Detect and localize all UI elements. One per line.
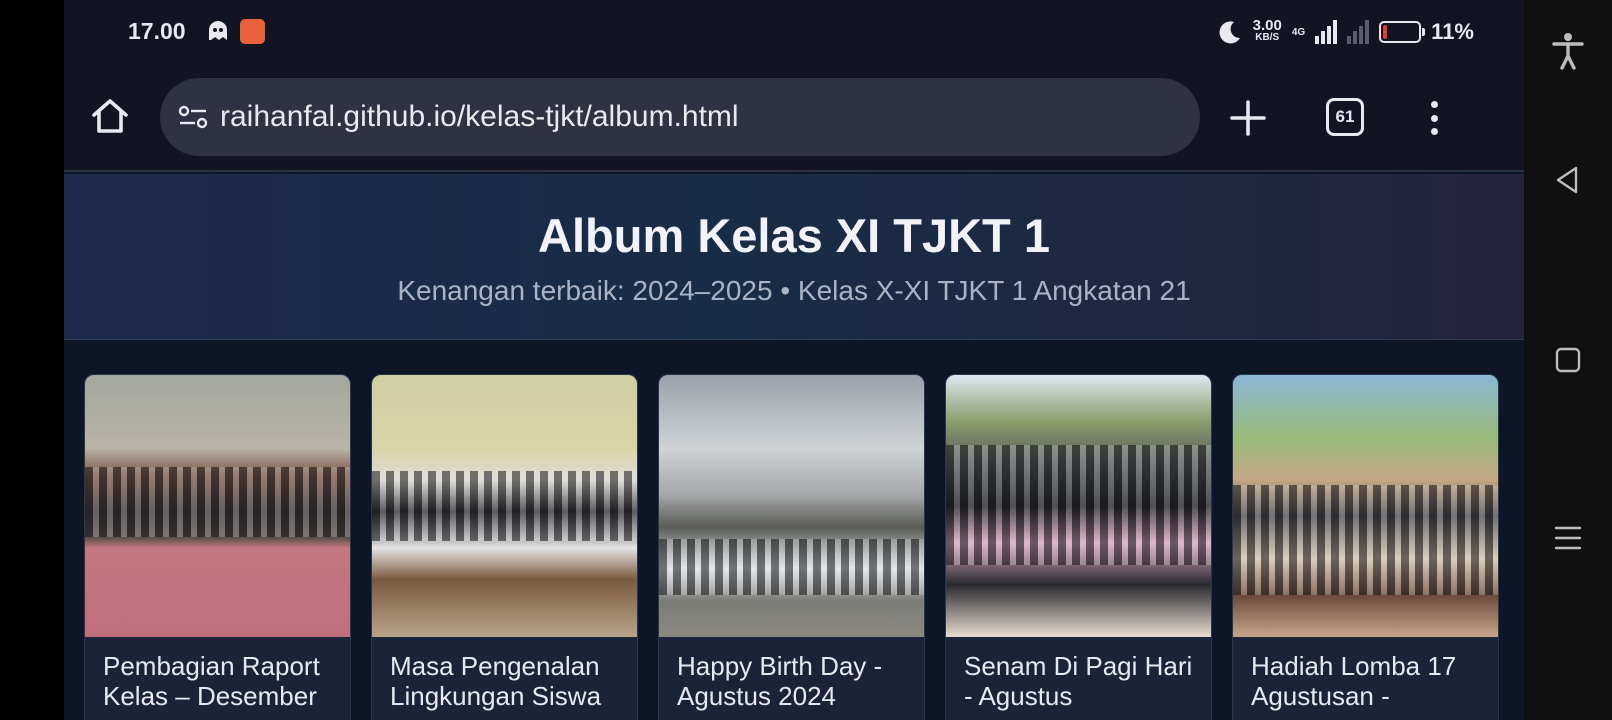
album-card[interactable]: Senam Di Pagi Hari - Agustus	[945, 374, 1212, 720]
album-title: Pembagian Raport Kelas – Desember	[103, 651, 320, 711]
url-input[interactable]	[220, 100, 1160, 134]
album-photo	[946, 375, 1211, 637]
page-subtitle: Kenangan terbaik: 2024–2025 • Kelas X-XI…	[397, 275, 1191, 306]
album-grid: Pembagian Raport Kelas – Desember Masa P…	[84, 374, 1499, 720]
clock: 17.00	[128, 18, 186, 44]
moon-icon	[1219, 21, 1240, 44]
site-settings-icon[interactable]	[176, 102, 210, 132]
home-icon[interactable]	[88, 94, 132, 138]
menu-icon[interactable]	[1548, 518, 1588, 558]
album-photo	[659, 375, 924, 637]
album-title: Hadiah Lomba 17 Agustusan -	[1251, 651, 1457, 711]
address-bar[interactable]	[160, 78, 1200, 156]
album-card[interactable]: Masa Pengenalan Lingkungan Siswa	[371, 374, 638, 720]
system-nav-bar	[1524, 0, 1612, 720]
accessibility-icon[interactable]	[1548, 30, 1588, 70]
no-signal-icon	[1347, 20, 1370, 44]
page-title: Album Kelas XI TJKT 1	[538, 209, 1050, 262]
album-photo	[1233, 375, 1498, 637]
album-photo	[372, 375, 637, 637]
back-icon[interactable]	[1548, 160, 1588, 200]
overflow-menu-icon[interactable]	[1422, 98, 1446, 138]
album-title: Senam Di Pagi Hari - Agustus	[964, 651, 1193, 711]
album-title: Happy Birth Day - Agustus 2024	[677, 651, 883, 711]
game-app-icon	[240, 19, 265, 44]
browser-toolbar: 61	[64, 64, 1524, 172]
phone-screen: 17.00 3.00 KB/S 4G 11% raihanfal.github.…	[64, 0, 1524, 720]
album-card[interactable]: Hadiah Lomba 17 Agustusan -	[1232, 374, 1499, 720]
album-card[interactable]: Pembagian Raport Kelas – Desember	[84, 374, 351, 720]
battery-icon	[1379, 21, 1426, 43]
tabs-icon[interactable]: 61	[1326, 98, 1364, 136]
page-header: Album Kelas XI TJKT 1 Kenangan terbaik: …	[64, 174, 1524, 340]
screen-edge	[0, 0, 64, 720]
album-card[interactable]: Happy Birth Day - Agustus 2024	[658, 374, 925, 720]
battery-fill	[1383, 25, 1388, 39]
ghost-icon	[209, 21, 227, 40]
recents-icon[interactable]	[1548, 340, 1588, 380]
album-title: Masa Pengenalan Lingkungan Siswa	[390, 651, 602, 711]
status-indicators: 3.00 KB/S 4G 11%	[1217, 14, 1474, 50]
plus-icon[interactable]	[1228, 98, 1268, 138]
battery-percent: 11%	[1431, 19, 1474, 44]
album-photo	[85, 375, 350, 637]
network-speed: 3.00 KB/S	[1252, 17, 1282, 43]
signal-icon	[1315, 20, 1338, 44]
status-bar: 17.00 3.00 KB/S 4G 11%	[64, 0, 1524, 64]
network-type: 4G	[1291, 26, 1306, 38]
